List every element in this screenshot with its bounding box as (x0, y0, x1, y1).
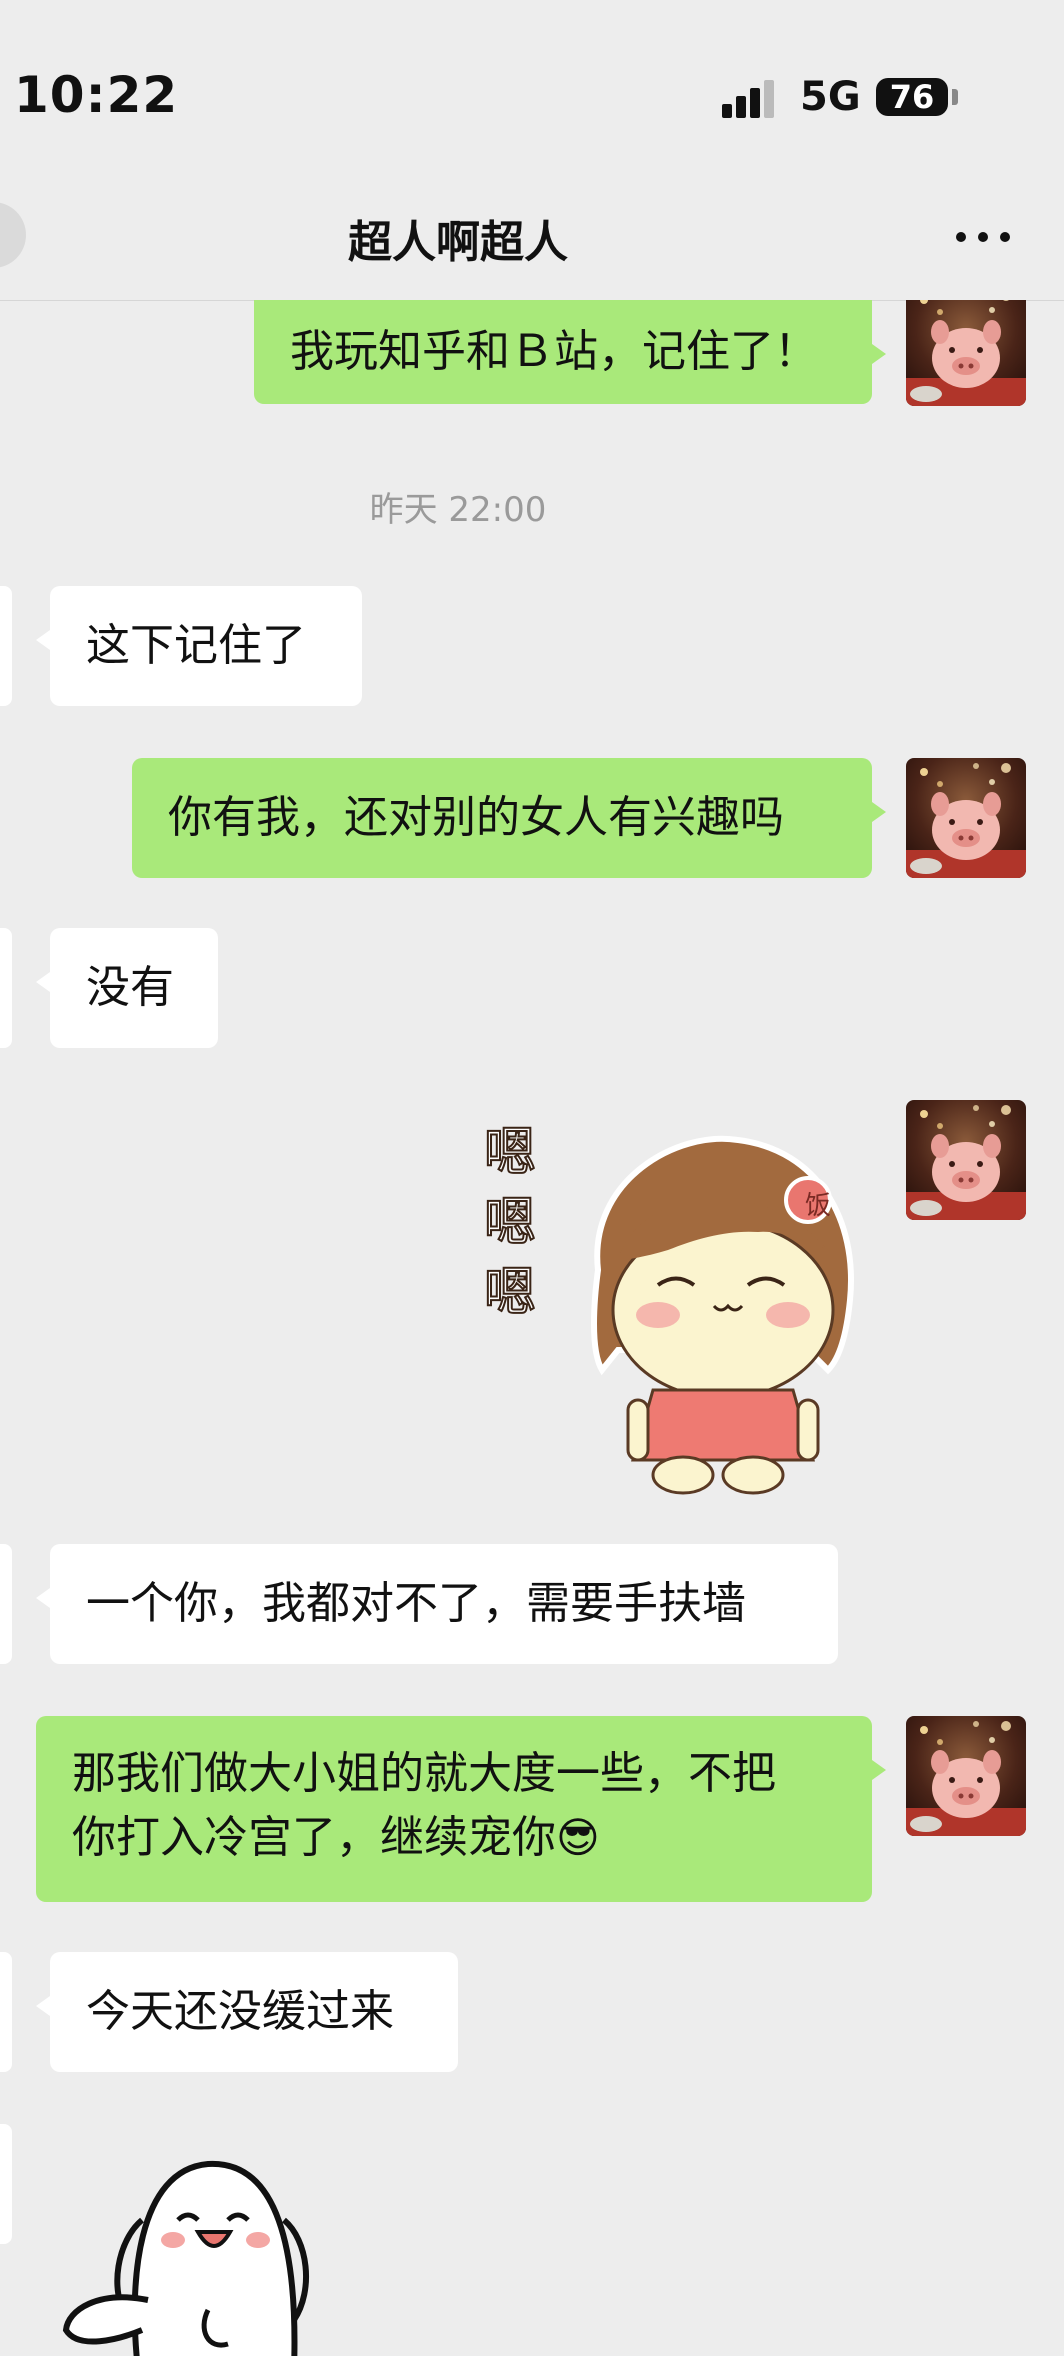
sticker-dog-image (62, 2160, 309, 2356)
sticker-badge: 饭 (804, 1191, 831, 1221)
message-bubble-me[interactable]: 那我们做大小姐的就大度一些，不把 你打入冷宫了，继续宠你😎 (36, 1716, 886, 1902)
message-bubble-other[interactable]: 没有 (36, 928, 218, 1048)
message-text: 我玩知乎和Ｂ站，记住了！ (290, 326, 818, 377)
message-text-line1: 那我们做大小姐的就大度一些，不把 (72, 1748, 776, 1799)
message-bubble-me[interactable]: 你有我，还对别的女人有兴趣吗 (132, 758, 886, 878)
sticker-girl-image (591, 1135, 854, 1495)
message-text: 一个你，我都对不了，需要手扶墙 (86, 1578, 746, 1629)
chat-area[interactable]: 我玩知乎和Ｂ站，记住了！ 昨天 22:00 这下记住了 你有我，还对别的女人有兴… (0, 300, 1064, 2356)
sticker-girl[interactable]: 饭 嗯 嗯 嗯 (478, 1100, 878, 1500)
message-text-line2-text: 你打入冷宫了，继续宠你 (72, 1812, 556, 1863)
message-bubble-me[interactable]: 我玩知乎和Ｂ站，记住了！ (254, 300, 886, 404)
contact-avatar[interactable] (0, 1544, 12, 1664)
contact-avatar[interactable] (0, 1952, 12, 2072)
message-bubble-other[interactable]: 一个你，我都对不了，需要手扶墙 (36, 1544, 838, 1664)
my-avatar[interactable] (906, 758, 1026, 878)
contact-avatar[interactable] (0, 2124, 12, 2244)
status-time: 10:22 (14, 66, 179, 124)
my-avatar[interactable] (906, 1716, 1026, 1836)
my-avatar[interactable] (906, 300, 1026, 406)
sticker-text-1: 嗯 (483, 1122, 537, 1184)
cool-emoji-icon: 😎 (556, 1813, 600, 1862)
message-text: 这下记住了 (86, 620, 306, 671)
my-avatar[interactable] (906, 1100, 1026, 1220)
chat-title: 超人啊超人 (348, 217, 568, 268)
contact-avatar[interactable] (0, 928, 12, 1048)
message-text: 没有 (86, 962, 174, 1013)
more-icon[interactable] (956, 228, 1012, 244)
message-bubble-other[interactable]: 这下记住了 (36, 586, 362, 706)
contact-avatar[interactable] (0, 586, 12, 706)
signal-icon (722, 78, 778, 118)
sticker-dog[interactable] (58, 2130, 318, 2356)
battery-level: 76 (889, 78, 935, 116)
message-text: 你有我，还对别的女人有兴趣吗 (168, 792, 784, 843)
status-bar: 10:22 5G 76 (0, 0, 1064, 200)
battery-icon: 76 (876, 78, 948, 116)
message-bubble-other[interactable]: 今天还没缓过来 (36, 1952, 458, 2072)
timestamp: 昨天 22:00 (369, 490, 547, 530)
message-text: 今天还没缓过来 (86, 1986, 394, 2037)
network-label: 5G (800, 74, 861, 120)
sticker-text-3: 嗯 (483, 1262, 537, 1324)
message-text-line2: 你打入冷宫了，继续宠你😎 (72, 1806, 836, 1870)
chat-header: 超人啊超人 (0, 180, 1064, 301)
sticker-text-2: 嗯 (483, 1192, 537, 1254)
battery-tip (952, 89, 958, 105)
